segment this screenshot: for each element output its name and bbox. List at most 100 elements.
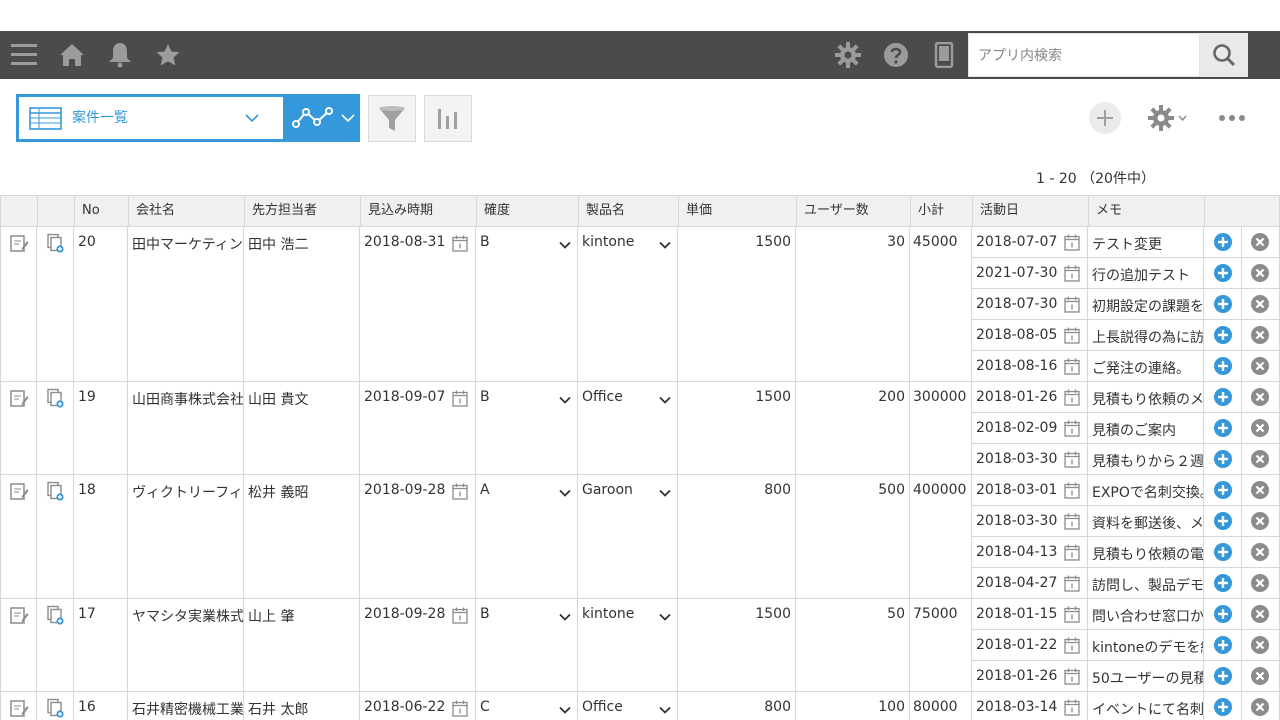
- activity-date-cell[interactable]: 2018-03-14: [972, 692, 1088, 720]
- activity-memo-cell[interactable]: 行の追加テスト: [1088, 258, 1204, 289]
- activity-memo-cell[interactable]: kintoneのデモを紹: [1088, 630, 1204, 661]
- activity-memo-cell[interactable]: 資料を郵送後、メー: [1088, 506, 1204, 537]
- activity-date-cell[interactable]: 2018-04-27: [972, 568, 1088, 599]
- remove-row-icon[interactable]: [1250, 449, 1270, 469]
- cell-expected[interactable]: 2018-09-07: [360, 382, 476, 475]
- graph-view-button[interactable]: [283, 97, 360, 139]
- remove-row-icon[interactable]: [1250, 697, 1270, 717]
- calendar-icon[interactable]: [1064, 668, 1080, 685]
- search-button[interactable]: [1200, 33, 1248, 77]
- calendar-icon[interactable]: [1064, 265, 1080, 282]
- remove-row-icon[interactable]: [1250, 387, 1270, 407]
- activity-date-cell[interactable]: 2018-07-30: [972, 289, 1088, 320]
- more-options-button[interactable]: [1216, 106, 1248, 130]
- menu-icon[interactable]: [8, 31, 40, 79]
- remove-row-icon[interactable]: [1250, 542, 1270, 562]
- copy-record-icon[interactable]: [45, 605, 65, 625]
- cell-product[interactable]: Office: [578, 692, 678, 720]
- edit-icon[interactable]: [9, 481, 29, 501]
- activity-memo-cell[interactable]: ご発注の連絡。: [1088, 351, 1204, 382]
- remove-row-icon[interactable]: [1250, 573, 1270, 593]
- activity-date-cell[interactable]: 2018-07-07: [972, 227, 1088, 258]
- activity-memo-cell[interactable]: テスト変更: [1088, 227, 1204, 258]
- activity-date-cell[interactable]: 2018-04-13: [972, 537, 1088, 568]
- edit-icon[interactable]: [9, 233, 29, 253]
- cell-certainty[interactable]: A: [476, 475, 578, 599]
- activity-memo-cell[interactable]: 見積もりから２週間: [1088, 444, 1204, 475]
- add-row-icon[interactable]: [1213, 573, 1233, 593]
- star-icon[interactable]: [152, 31, 184, 79]
- app-settings-button[interactable]: [1144, 104, 1190, 132]
- cell-certainty[interactable]: B: [476, 382, 578, 475]
- app-search-input[interactable]: アプリ内検索: [968, 33, 1200, 77]
- remove-row-icon[interactable]: [1250, 356, 1270, 376]
- remove-row-icon[interactable]: [1250, 232, 1270, 252]
- add-row-icon[interactable]: [1213, 294, 1233, 314]
- add-row-icon[interactable]: [1213, 635, 1233, 655]
- activity-memo-cell[interactable]: 問い合わせ窓口から: [1088, 599, 1204, 630]
- add-row-icon[interactable]: [1213, 325, 1233, 345]
- copy-record-icon[interactable]: [45, 481, 65, 501]
- calendar-icon[interactable]: [1064, 699, 1080, 716]
- add-row-icon[interactable]: [1213, 232, 1233, 252]
- cell-certainty[interactable]: C: [476, 692, 578, 720]
- activity-date-cell[interactable]: 2018-01-26: [972, 661, 1088, 692]
- edit-icon[interactable]: [9, 388, 29, 408]
- remove-row-icon[interactable]: [1250, 294, 1270, 314]
- copy-record-icon[interactable]: [45, 698, 65, 718]
- home-icon[interactable]: [56, 31, 88, 79]
- activity-memo-cell[interactable]: イベントにて名刺交: [1088, 692, 1204, 720]
- copy-record-icon[interactable]: [45, 388, 65, 408]
- bell-icon[interactable]: [104, 31, 136, 79]
- remove-row-icon[interactable]: [1250, 635, 1270, 655]
- add-row-icon[interactable]: [1213, 542, 1233, 562]
- remove-row-icon[interactable]: [1250, 511, 1270, 531]
- add-row-icon[interactable]: [1213, 604, 1233, 624]
- add-row-icon[interactable]: [1213, 480, 1233, 500]
- activity-memo-cell[interactable]: 50ユーザーの見積: [1088, 661, 1204, 692]
- cell-expected[interactable]: 2018-09-28: [360, 599, 476, 692]
- calendar-icon[interactable]: [1064, 358, 1080, 375]
- activity-memo-cell[interactable]: 上長説得の為に訪問: [1088, 320, 1204, 351]
- activity-date-cell[interactable]: 2018-01-26: [972, 382, 1088, 413]
- add-row-icon[interactable]: [1213, 418, 1233, 438]
- activity-date-cell[interactable]: 2018-08-16: [972, 351, 1088, 382]
- activity-memo-cell[interactable]: 初期設定の課題を質: [1088, 289, 1204, 320]
- activity-date-cell[interactable]: 2018-08-05: [972, 320, 1088, 351]
- calendar-icon[interactable]: [1064, 327, 1080, 344]
- remove-row-icon[interactable]: [1250, 604, 1270, 624]
- calendar-icon[interactable]: [1064, 606, 1080, 623]
- cell-expected[interactable]: 2018-09-28: [360, 475, 476, 599]
- activity-memo-cell[interactable]: 見積のご案内: [1088, 413, 1204, 444]
- cell-product[interactable]: Garoon: [578, 475, 678, 599]
- cell-certainty[interactable]: B: [476, 599, 578, 692]
- calendar-icon[interactable]: [1064, 451, 1080, 468]
- calendar-icon[interactable]: [452, 607, 468, 624]
- add-row-icon[interactable]: [1213, 697, 1233, 717]
- activity-memo-cell[interactable]: 見積もり依頼のメー: [1088, 382, 1204, 413]
- remove-row-icon[interactable]: [1250, 263, 1270, 283]
- activity-memo-cell[interactable]: 訪問し、製品デモを: [1088, 568, 1204, 599]
- calendar-icon[interactable]: [452, 483, 468, 500]
- calendar-icon[interactable]: [1064, 544, 1080, 561]
- cell-product[interactable]: Office: [578, 382, 678, 475]
- calendar-icon[interactable]: [1064, 575, 1080, 592]
- activity-memo-cell[interactable]: EXPOで名刺交換。: [1088, 475, 1204, 506]
- edit-icon[interactable]: [9, 605, 29, 625]
- chart-button[interactable]: [424, 95, 472, 142]
- activity-date-cell[interactable]: 2018-01-22: [972, 630, 1088, 661]
- gear-icon[interactable]: [832, 31, 864, 79]
- cell-certainty[interactable]: B: [476, 227, 578, 382]
- cell-product[interactable]: kintone: [578, 599, 678, 692]
- activity-date-cell[interactable]: 2018-03-01: [972, 475, 1088, 506]
- calendar-icon[interactable]: [1064, 389, 1080, 406]
- calendar-icon[interactable]: [1064, 296, 1080, 313]
- calendar-icon[interactable]: [1064, 482, 1080, 499]
- add-row-icon[interactable]: [1213, 263, 1233, 283]
- calendar-icon[interactable]: [1064, 637, 1080, 654]
- activity-date-cell[interactable]: 2018-03-30: [972, 444, 1088, 475]
- add-row-icon[interactable]: [1213, 356, 1233, 376]
- add-row-icon[interactable]: [1213, 666, 1233, 686]
- activity-date-cell[interactable]: 2021-07-30: [972, 258, 1088, 289]
- cell-expected[interactable]: 2018-06-22: [360, 692, 476, 720]
